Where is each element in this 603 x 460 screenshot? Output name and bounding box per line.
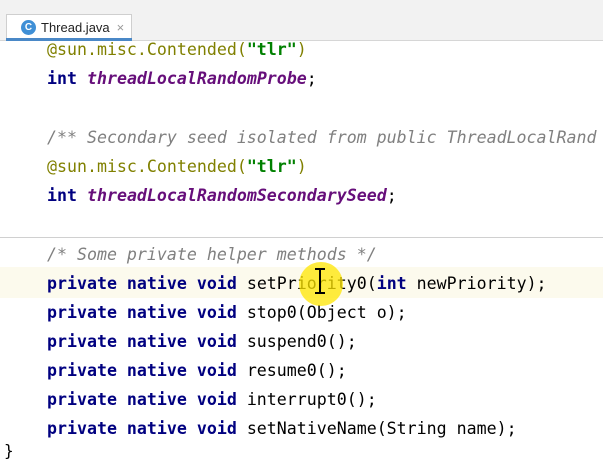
code-line-1: @sun.misc.Contended("tlr") xyxy=(47,40,307,59)
code-editor[interactable]: @sun.misc.Contended("tlr") int threadLoc… xyxy=(0,40,603,460)
close-icon[interactable]: × xyxy=(117,20,125,35)
code-line-5: int threadLocalRandomSecondarySeed; xyxy=(47,186,397,205)
code-line-3: /** Secondary seed isolated from public … xyxy=(47,128,597,147)
code-line-11: private native void interrupt0(); xyxy=(47,390,377,409)
code-line-12: private native void setNativeName(String… xyxy=(47,419,517,438)
text-cursor-icon xyxy=(315,268,325,294)
code-line-2: int threadLocalRandomProbe; xyxy=(47,69,317,88)
closing-brace: } xyxy=(4,441,14,460)
method-separator xyxy=(0,237,603,238)
java-class-icon: C xyxy=(21,20,36,35)
code-line-8: private native void stop0(Object o); xyxy=(47,303,407,322)
code-line-7: private native void setPriority0(int new… xyxy=(47,274,547,293)
code-line-4: @sun.misc.Contended("tlr") xyxy=(47,157,307,176)
code-line-10: private native void resume0(); xyxy=(47,361,347,380)
tab-label: Thread.java xyxy=(41,20,110,35)
code-line-9: private native void suspend0(); xyxy=(47,332,357,351)
